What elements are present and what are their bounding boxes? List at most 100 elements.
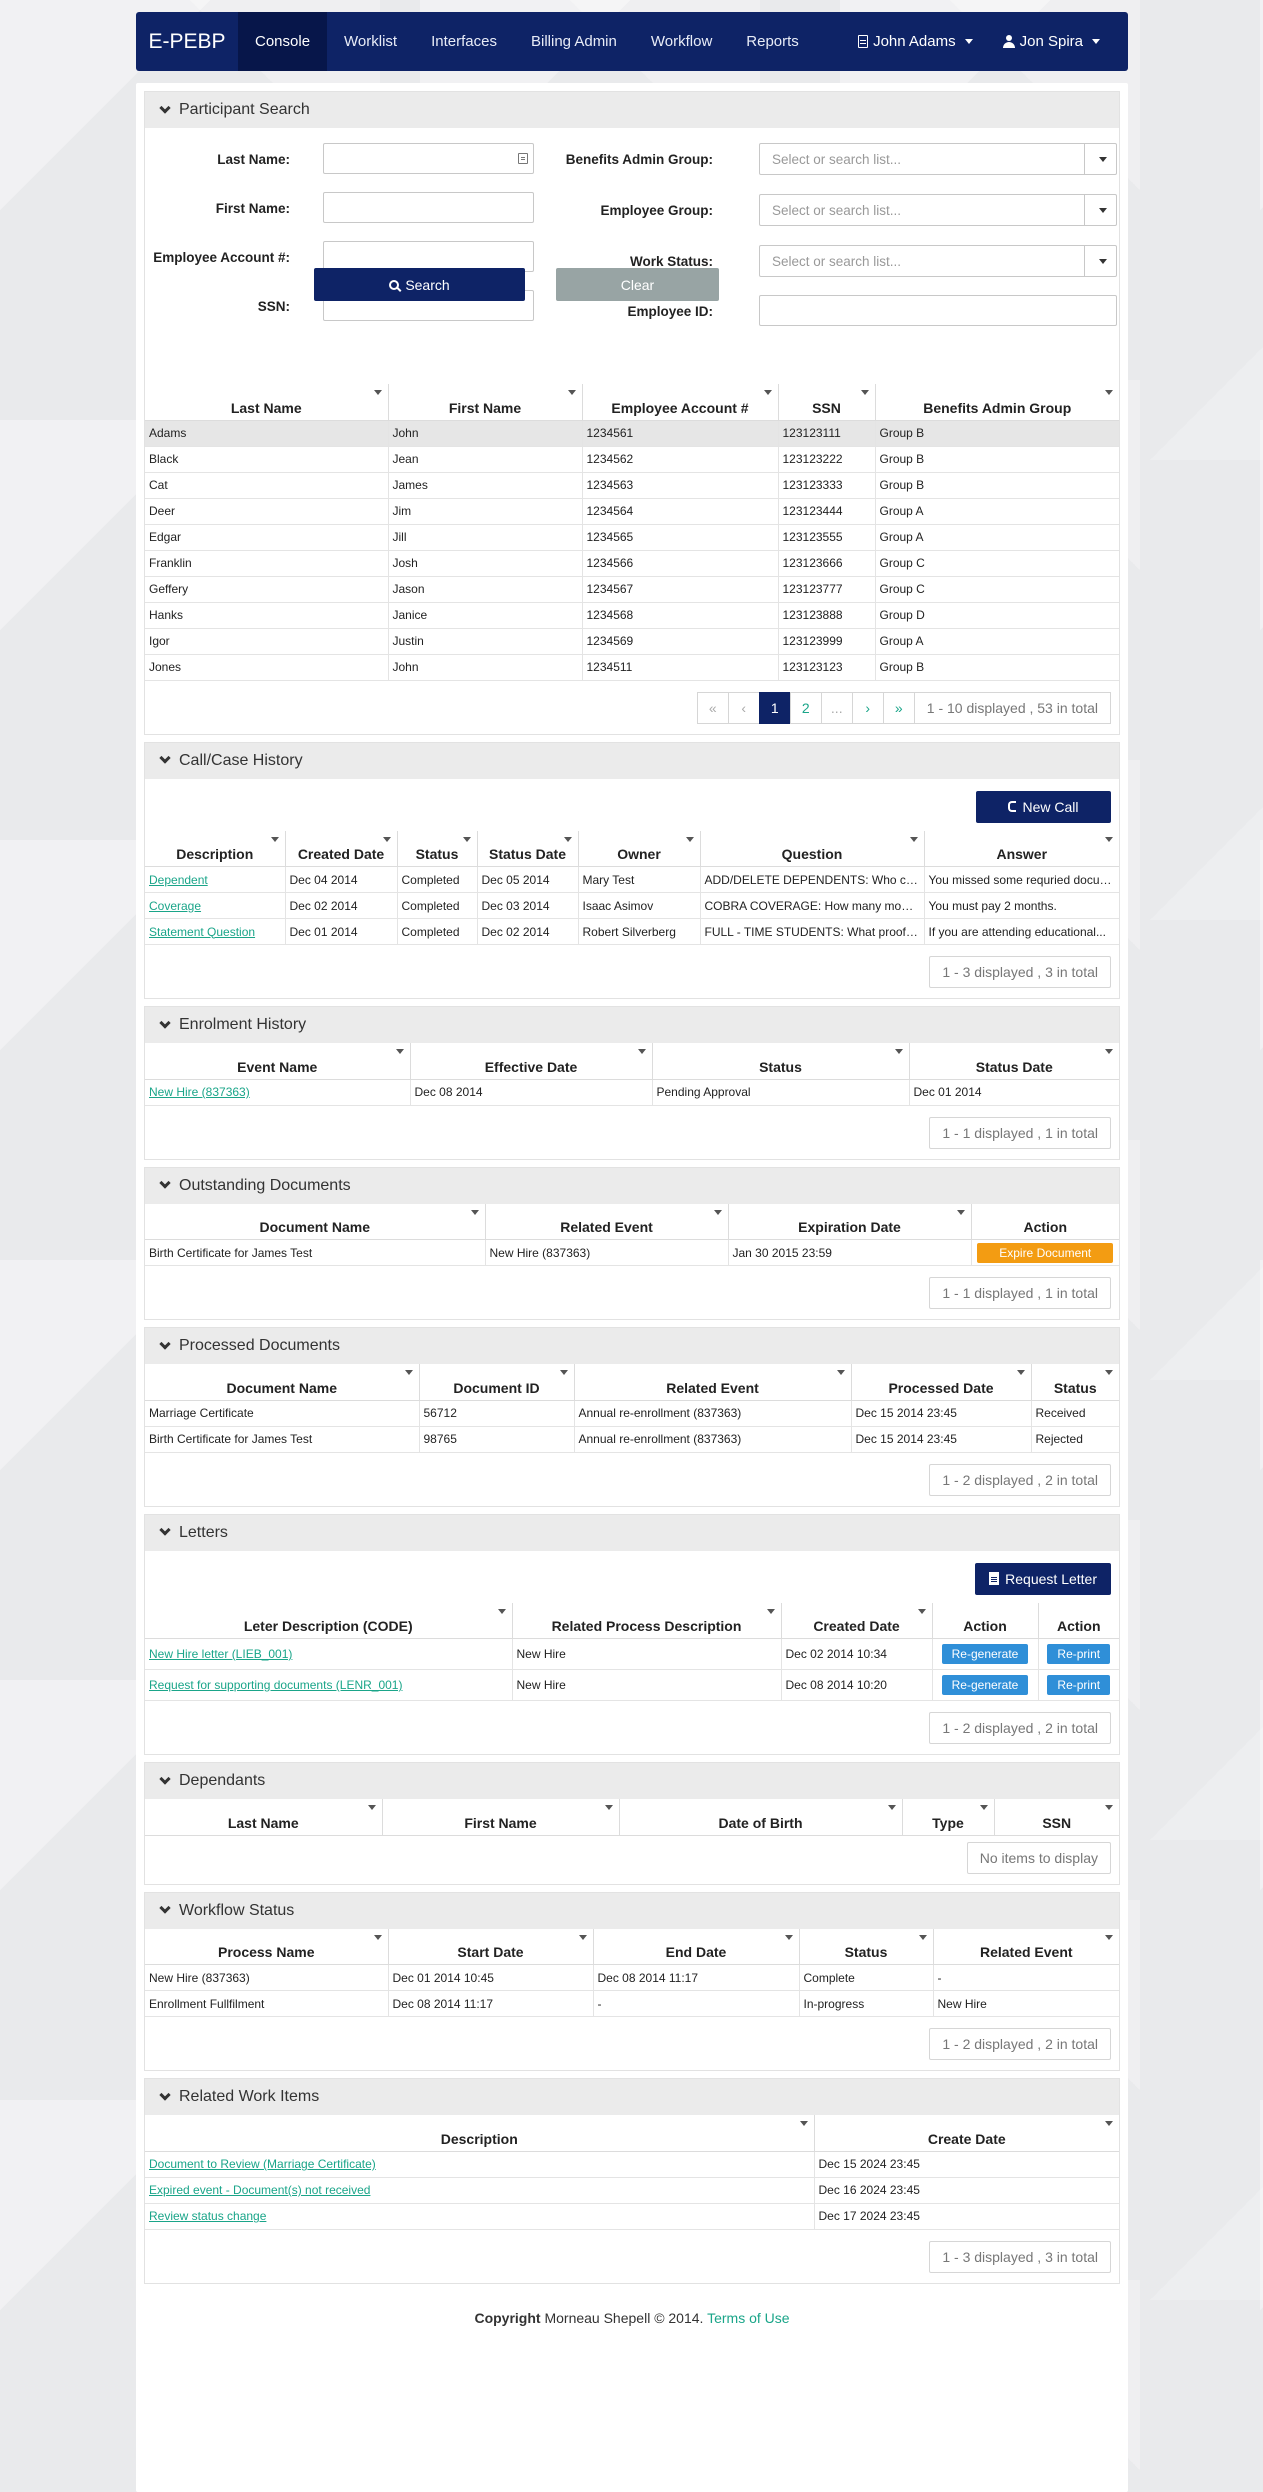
row-link[interactable]: New Hire letter (LIEB_001): [149, 1647, 292, 1661]
table-row[interactable]: Geffery Jason 1234567 123123777 Group C: [145, 575, 1119, 603]
column-header[interactable]: Related Event: [932, 1928, 1119, 1965]
column-header[interactable]: Answer: [923, 830, 1119, 867]
table-row[interactable]: Franklin Josh 1234566 123123666 Group C: [145, 549, 1119, 577]
nav-interfaces[interactable]: Interfaces: [414, 12, 514, 71]
sort-caret-icon[interactable]: [713, 1209, 722, 1215]
request-letter-button[interactable]: Request Letter: [975, 1562, 1111, 1595]
enrolment-history-header[interactable]: Enrolment History: [145, 1007, 1119, 1043]
table-row[interactable]: Review status change Dec 17 2024 23:45: [145, 2202, 1119, 2230]
brand-logo[interactable]: E-PEBP: [136, 12, 238, 71]
table-row[interactable]: Hanks Janice 1234568 123123888 Group D: [145, 601, 1119, 629]
sort-caret-icon[interactable]: [766, 1608, 775, 1614]
sort-caret-icon[interactable]: [497, 1608, 506, 1614]
work-status-select[interactable]: Select or search list...: [759, 245, 1117, 277]
sort-caret-icon[interactable]: [470, 1209, 479, 1215]
column-header[interactable]: End Date: [592, 1928, 800, 1965]
search-button[interactable]: Search: [314, 268, 525, 301]
related-work-items-header[interactable]: Related Work Items: [145, 2079, 1119, 2115]
sort-caret-icon[interactable]: [373, 1934, 382, 1940]
column-header[interactable]: Created Date: [284, 830, 398, 867]
sort-caret-icon[interactable]: [404, 1370, 413, 1375]
sort-caret-icon[interactable]: [367, 1805, 376, 1810]
table-row[interactable]: Request for supporting documents (LENR_0…: [145, 1669, 1119, 1701]
sort-caret-icon[interactable]: [909, 836, 918, 842]
column-header[interactable]: Related Process Description: [511, 1602, 782, 1639]
reprint-button[interactable]: Re-print: [1047, 1644, 1111, 1664]
user-menu[interactable]: Jon Spira: [988, 12, 1128, 71]
table-row[interactable]: Document to Review (Marriage Certificate…: [145, 2150, 1119, 2178]
table-row[interactable]: Enrollment Fullfilment Dec 08 2014 11:17-…: [145, 1990, 1119, 2017]
sort-caret-icon[interactable]: [604, 1805, 613, 1810]
sort-caret-icon[interactable]: [836, 1370, 845, 1375]
table-row[interactable]: Igor Justin 1234569 123123999 Group A: [145, 627, 1119, 655]
column-header[interactable]: Last Name: [145, 384, 389, 421]
row-link[interactable]: New Hire (837363): [149, 1085, 250, 1099]
workflow-status-header[interactable]: Workflow Status: [145, 1892, 1119, 1929]
sort-caret-icon[interactable]: [979, 1805, 988, 1810]
column-header[interactable]: Related Event: [484, 1203, 729, 1240]
sort-caret-icon[interactable]: [578, 1934, 587, 1940]
sort-caret-icon[interactable]: [1105, 1805, 1113, 1810]
employee-id-input[interactable]: [759, 295, 1117, 326]
column-header[interactable]: Status: [651, 1043, 910, 1080]
page-button[interactable]: ...: [820, 691, 853, 724]
column-header[interactable]: Date of Birth: [618, 1799, 903, 1836]
column-header[interactable]: Description: [145, 2115, 815, 2152]
column-header[interactable]: Status: [798, 1928, 934, 1965]
processed-documents-header[interactable]: Processed Documents: [145, 1328, 1119, 1364]
page-button[interactable]: «: [696, 691, 729, 724]
call-history-header[interactable]: Call/Case History: [145, 742, 1119, 779]
sort-caret-icon[interactable]: [559, 1370, 568, 1375]
column-header[interactable]: Description: [145, 830, 286, 867]
sort-caret-icon[interactable]: [1105, 390, 1113, 395]
participant-menu[interactable]: John Adams: [843, 12, 988, 71]
column-header[interactable]: Owner: [577, 830, 701, 867]
regenerate-button[interactable]: Re-generate: [941, 1675, 1029, 1695]
table-row[interactable]: Adams John 1234561 123123111 Group B: [145, 419, 1119, 447]
row-link[interactable]: Review status change: [149, 2209, 266, 2223]
column-header[interactable]: Last Name: [145, 1799, 383, 1836]
table-row[interactable]: Dependent Dec 04 2014 Completed Dec 05 2014…: [145, 866, 1119, 893]
sort-caret-icon[interactable]: [917, 1608, 926, 1614]
column-header[interactable]: Expiration Date: [727, 1203, 972, 1240]
column-header[interactable]: Status Date: [476, 830, 579, 867]
table-row[interactable]: Edgar Jill 1234565 123123555 Group A: [145, 523, 1119, 551]
sort-caret-icon[interactable]: [685, 836, 694, 842]
column-header[interactable]: Document ID: [418, 1364, 575, 1401]
dropdown-toggle[interactable]: [1084, 144, 1116, 174]
table-row[interactable]: Expired event - Document(s) not received…: [145, 2176, 1119, 2204]
sort-caret-icon[interactable]: [382, 836, 391, 842]
nav-worklist[interactable]: Worklist: [327, 12, 414, 71]
table-row[interactable]: Marriage Certificate 56712 Annual re-enrol…: [145, 1399, 1119, 1427]
benefits-group-select[interactable]: Select or search list...: [759, 143, 1117, 175]
sort-caret-icon[interactable]: [1105, 1049, 1113, 1054]
column-header[interactable]: Status: [1030, 1364, 1119, 1401]
table-row[interactable]: Black Jean 1234562 123123222 Group B: [145, 445, 1119, 473]
row-link[interactable]: Expired event - Document(s) not received: [149, 2183, 370, 2197]
row-link[interactable]: Statement Question: [149, 925, 255, 939]
row-link[interactable]: Dependent: [149, 873, 208, 887]
column-header[interactable]: Action: [1037, 1602, 1119, 1639]
dropdown-toggle[interactable]: [1084, 195, 1116, 225]
column-header[interactable]: First Name: [387, 384, 583, 421]
sort-caret-icon[interactable]: [1105, 836, 1113, 842]
page-button[interactable]: ›: [851, 691, 884, 724]
table-row[interactable]: Jones John 1234511 123123123 Group B: [145, 653, 1119, 681]
sort-caret-icon[interactable]: [1016, 1370, 1025, 1375]
sort-caret-icon[interactable]: [567, 390, 576, 395]
table-row[interactable]: New Hire (837363) Dec 01 2014 10:45 Dec 08…: [145, 1964, 1119, 1991]
dropdown-toggle[interactable]: [1084, 246, 1116, 276]
sort-caret-icon[interactable]: [563, 836, 572, 842]
sort-caret-icon[interactable]: [860, 390, 869, 395]
sort-caret-icon[interactable]: [1105, 1370, 1113, 1375]
reprint-button[interactable]: Re-print: [1047, 1675, 1111, 1695]
nav-workflow[interactable]: Workflow: [634, 12, 729, 71]
column-header[interactable]: Related Event: [573, 1364, 852, 1401]
sort-caret-icon[interactable]: [956, 1209, 965, 1215]
terms-link[interactable]: Terms of Use: [707, 2310, 789, 2326]
last-name-input[interactable]: [323, 143, 534, 174]
column-header[interactable]: Question: [699, 830, 925, 867]
column-header[interactable]: SSN: [777, 384, 876, 421]
column-header[interactable]: Action: [970, 1203, 1119, 1240]
nav-reports[interactable]: Reports: [729, 12, 816, 71]
